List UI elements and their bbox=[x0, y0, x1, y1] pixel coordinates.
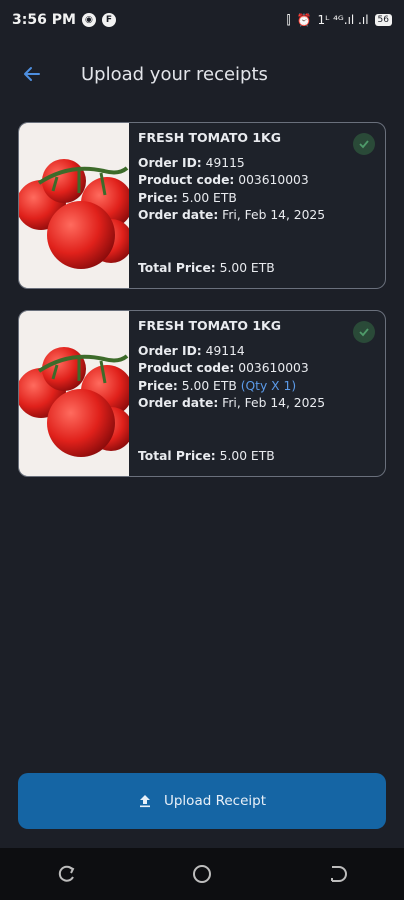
receipt-info: FRESH TOMATO 1KG Order ID: 49115 Product… bbox=[138, 129, 341, 225]
order-date-row: Order date: Fri, Feb 14, 2025 bbox=[138, 207, 341, 225]
notification-app-icon: ◉ bbox=[81, 13, 96, 27]
recent-apps-button[interactable] bbox=[47, 854, 87, 894]
status-left: 3:56 PM ◉ F bbox=[12, 12, 116, 28]
order-id-value: 49114 bbox=[205, 343, 245, 358]
notification-f-icon: F bbox=[101, 13, 116, 27]
upload-icon bbox=[139, 795, 150, 808]
home-circle-icon bbox=[192, 865, 211, 883]
product-image bbox=[19, 123, 129, 288]
recent-apps-icon bbox=[59, 865, 75, 882]
home-button[interactable] bbox=[182, 854, 222, 894]
product-name: FRESH TOMATO 1KG bbox=[138, 130, 281, 145]
total-value: 5.00 ETB bbox=[219, 261, 275, 275]
vibrate-icon: ⫿ bbox=[286, 12, 291, 27]
product-code-value: 003610003 bbox=[238, 173, 309, 187]
product-code-label: Product code: bbox=[138, 361, 235, 375]
page-title: Upload your receipts bbox=[81, 63, 268, 85]
tomato-image bbox=[19, 311, 129, 476]
order-id-label: Order ID: bbox=[138, 155, 202, 170]
total-label: Total Price: bbox=[138, 261, 216, 275]
check-icon bbox=[353, 321, 375, 343]
upload-receipt-button[interactable]: Upload Receipt bbox=[18, 773, 386, 829]
total-row: Total Price: 5.00 ETB bbox=[138, 449, 275, 463]
product-code-row: Product code: 003610003 bbox=[138, 172, 341, 190]
price-row: Price: 5.00 ETB (Qty X 1) bbox=[138, 378, 341, 396]
signal-text: 1ᴸ ⁴ᴳ.ıl .ıl bbox=[317, 13, 369, 27]
back-nav-button[interactable] bbox=[317, 854, 357, 894]
price-value: 5.00 ETB bbox=[181, 378, 237, 393]
product-image bbox=[19, 311, 129, 476]
arrow-left-icon bbox=[24, 67, 40, 81]
status-right: ⫿ ⏰ 1ᴸ ⁴ᴳ.ıl .ıl 56 bbox=[287, 13, 392, 28]
price-label: Price: bbox=[138, 190, 178, 205]
receipt-card[interactable]: FRESH TOMATO 1KG Order ID: 49115 Product… bbox=[18, 122, 386, 289]
product-code-value: 003610003 bbox=[238, 361, 309, 375]
price-label: Price: bbox=[138, 378, 178, 393]
system-nav-bar bbox=[0, 848, 404, 900]
header: Upload your receipts bbox=[0, 52, 404, 96]
receipt-info: FRESH TOMATO 1KG Order ID: 49114 Product… bbox=[138, 317, 341, 413]
order-date-label: Order date: bbox=[138, 396, 219, 410]
tomato-image bbox=[19, 123, 129, 288]
order-date-value: Fri, Feb 14, 2025 bbox=[222, 396, 326, 410]
order-date-value: Fri, Feb 14, 2025 bbox=[222, 208, 326, 222]
order-id-label: Order ID: bbox=[138, 343, 202, 358]
status-time: 3:56 PM bbox=[12, 12, 76, 28]
alarm-icon: ⏰ bbox=[296, 13, 312, 27]
order-id-row: Order ID: 49115 bbox=[138, 155, 341, 173]
back-nav-icon bbox=[330, 866, 347, 882]
product-code-row: Product code: 003610003 bbox=[138, 360, 341, 378]
price-value: 5.00 ETB bbox=[181, 190, 237, 205]
order-date-row: Order date: Fri, Feb 14, 2025 bbox=[138, 395, 341, 413]
receipt-card[interactable]: FRESH TOMATO 1KG Order ID: 49114 Product… bbox=[18, 310, 386, 477]
battery-icon: 56 bbox=[374, 14, 392, 26]
product-name: FRESH TOMATO 1KG bbox=[138, 318, 281, 333]
total-row: Total Price: 5.00 ETB bbox=[138, 261, 275, 275]
total-label: Total Price: bbox=[138, 449, 216, 463]
qty-value: (Qty X 1) bbox=[240, 378, 297, 393]
check-icon bbox=[353, 133, 375, 155]
price-row: Price: 5.00 ETB bbox=[138, 190, 341, 208]
upload-button-label: Upload Receipt bbox=[163, 793, 266, 809]
product-code-label: Product code: bbox=[138, 173, 235, 187]
order-id-row: Order ID: 49114 bbox=[138, 343, 341, 361]
status-bar: 3:56 PM ◉ F ⫿ ⏰ 1ᴸ ⁴ᴳ.ıl .ıl 56 bbox=[0, 0, 404, 40]
back-button[interactable] bbox=[18, 60, 46, 88]
total-value: 5.00 ETB bbox=[219, 449, 275, 463]
order-date-label: Order date: bbox=[138, 208, 219, 222]
order-id-value: 49115 bbox=[205, 155, 245, 170]
